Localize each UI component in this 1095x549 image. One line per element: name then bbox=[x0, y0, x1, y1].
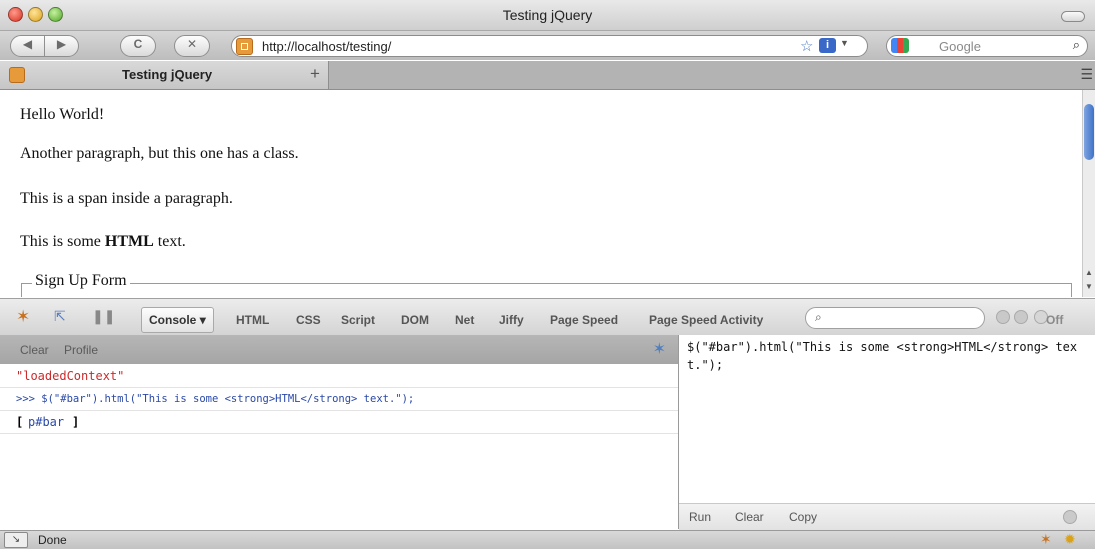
html-line-bold: HTML bbox=[104, 233, 154, 250]
fieldset-legend: Sign Up Form bbox=[32, 272, 130, 290]
result-bracket-open: [ bbox=[16, 415, 24, 429]
status-text: Done bbox=[38, 533, 67, 547]
paragraph-class: Another paragraph, but this one has a cl… bbox=[20, 145, 299, 162]
google-engine-icon[interactable] bbox=[891, 38, 909, 53]
search-placeholder: Google bbox=[939, 39, 981, 54]
result-bracket-close: ] bbox=[72, 415, 80, 429]
console-panel: Clear Profile ✶ "loadedContext" >>> $("#… bbox=[0, 335, 679, 529]
site-favicon-icon bbox=[236, 38, 253, 55]
reload-icon: C bbox=[133, 37, 143, 51]
window-title: Testing jQuery bbox=[502, 7, 593, 23]
tab-dom[interactable]: DOM bbox=[401, 313, 429, 327]
back-button[interactable]: ◀ bbox=[10, 35, 45, 57]
editor-text[interactable]: $("#bar").html("This is some <strong>HTM… bbox=[687, 338, 1087, 374]
inspect-icon[interactable]: ⇱ bbox=[54, 308, 66, 325]
forward-arrow-icon: ▶ bbox=[56, 37, 67, 51]
tab-console[interactable]: Console ▾ bbox=[141, 307, 214, 333]
tab-label: Testing jQuery bbox=[122, 67, 213, 82]
console-clear-button[interactable]: Clear bbox=[20, 343, 49, 357]
paragraph-hello: Hello World! bbox=[20, 106, 105, 123]
run-button[interactable]: Run bbox=[689, 510, 711, 524]
tab-console-label: Console bbox=[149, 313, 197, 327]
page-content: Hello World! Another paragraph, but this… bbox=[0, 90, 1083, 297]
off-button[interactable]: Off bbox=[1046, 313, 1063, 327]
firebug-bug-icon[interactable]: ✶ bbox=[653, 339, 666, 359]
tab-list-icon[interactable]: ☰ bbox=[1080, 66, 1093, 83]
status-bar: ↘ Done ✶ ✹ bbox=[0, 530, 1095, 549]
search-icon[interactable]: ⌕ bbox=[1073, 37, 1080, 53]
tab-net[interactable]: Net bbox=[455, 313, 474, 327]
command-editor[interactable]: $("#bar").html("This is some <strong>HTM… bbox=[679, 335, 1095, 530]
sidebar-toggle-icon[interactable]: ↘ bbox=[4, 532, 28, 548]
tab-testing-jquery[interactable]: Testing jQuery bbox=[0, 61, 329, 89]
editor-toolbar: Run Clear Copy bbox=[679, 503, 1095, 530]
console-toolbar: Clear Profile ✶ bbox=[0, 335, 678, 364]
tab-jiffy[interactable]: Jiffy bbox=[499, 313, 524, 327]
log-row[interactable]: >>> $("#bar").html("This is some <strong… bbox=[0, 388, 678, 411]
tab-bar: Testing jQuery + ☰ bbox=[0, 61, 1095, 90]
paragraph-span: This is a span inside a paragraph. bbox=[20, 190, 233, 207]
scrollbar-thumb[interactable] bbox=[1084, 104, 1094, 160]
firebug-toolbar: ✶ ⇱ ❚❚ Console ▾ HTML CSS Script DOM Net… bbox=[0, 298, 1095, 336]
html-line-before: This is some bbox=[20, 233, 105, 250]
tab-script[interactable]: Script bbox=[341, 313, 375, 327]
navigation-toolbar: ◀ ▶ C ✕ http://localhost/testing/ ☆ i ▼ … bbox=[0, 31, 1095, 60]
tab-css[interactable]: CSS bbox=[296, 313, 321, 327]
search-icon: ⌕ bbox=[815, 310, 822, 324]
log-row: "loadedContext" bbox=[0, 365, 678, 388]
toolbar-toggle-button[interactable] bbox=[1061, 11, 1085, 22]
stop-button[interactable]: ✕ bbox=[174, 35, 210, 57]
new-tab-button[interactable]: + bbox=[310, 64, 320, 84]
html-line-after: text. bbox=[153, 233, 186, 250]
forward-button[interactable]: ▶ bbox=[44, 35, 79, 57]
search-input[interactable]: Google ⌕ bbox=[886, 35, 1088, 57]
pause-icon[interactable]: ❚❚ bbox=[92, 308, 115, 325]
paragraph-bar: This is some HTML text. bbox=[20, 233, 186, 251]
chevron-down-icon[interactable]: ▼ bbox=[840, 38, 849, 48]
tab-html[interactable]: HTML bbox=[236, 313, 269, 327]
log-context-text: "loadedContext" bbox=[16, 369, 125, 383]
firebug-status-icon[interactable]: ✹ bbox=[1064, 531, 1076, 548]
tab-page-speed[interactable]: Page Speed bbox=[550, 313, 618, 327]
title-bar: Testing jQuery bbox=[0, 0, 1095, 31]
next-icon[interactable] bbox=[1014, 310, 1028, 324]
stop-icon: ✕ bbox=[186, 37, 198, 51]
result-element-link[interactable]: p#bar bbox=[28, 415, 64, 429]
log-command-text: >>> $("#bar").html("This is some <strong… bbox=[16, 393, 415, 405]
signup-fieldset: Sign Up Form bbox=[21, 272, 1072, 297]
firebug-search-input[interactable]: ⌕ bbox=[805, 307, 985, 329]
url-text[interactable]: http://localhost/testing/ bbox=[262, 39, 391, 54]
tab-favicon-icon bbox=[9, 67, 25, 83]
reload-button[interactable]: C bbox=[120, 35, 156, 57]
address-bar[interactable]: http://localhost/testing/ ☆ i ▼ bbox=[231, 35, 868, 57]
editor-clear-button[interactable]: Clear bbox=[735, 510, 764, 524]
page-scrollbar[interactable]: ▲ ▼ bbox=[1082, 90, 1095, 297]
site-info-icon[interactable]: i bbox=[819, 38, 836, 53]
previous-icon[interactable] bbox=[996, 310, 1010, 324]
back-arrow-icon: ◀ bbox=[22, 37, 33, 51]
scroll-up-icon[interactable]: ▲ bbox=[1083, 268, 1095, 277]
tab-page-speed-activity[interactable]: Page Speed Activity bbox=[649, 313, 763, 327]
yslow-icon[interactable]: ✶ bbox=[1040, 531, 1052, 548]
log-row: [ p#bar ] bbox=[0, 411, 678, 434]
scroll-down-icon[interactable]: ▼ bbox=[1083, 282, 1095, 291]
editor-toggle-icon[interactable] bbox=[1063, 510, 1077, 524]
console-profile-button[interactable]: Profile bbox=[64, 343, 98, 357]
chevron-down-icon: ▾ bbox=[199, 313, 206, 327]
bookmark-star-icon[interactable]: ☆ bbox=[800, 37, 813, 55]
firebug-bug-icon[interactable]: ✶ bbox=[16, 307, 30, 327]
copy-button[interactable]: Copy bbox=[789, 510, 817, 524]
